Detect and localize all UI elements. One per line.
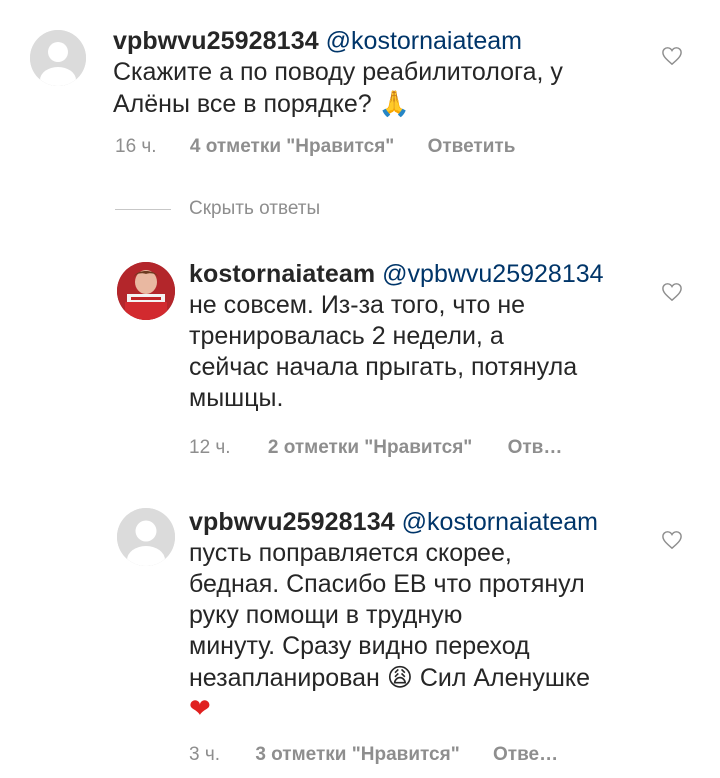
comment-time: 3 ч. xyxy=(189,744,221,765)
reply-button[interactable]: Отв… xyxy=(508,437,563,458)
profile-photo-avatar-icon xyxy=(117,262,175,320)
avatar[interactable] xyxy=(117,508,175,566)
comment-text: пусть поправляется скорее, xyxy=(189,539,512,567)
hide-replies-label[interactable]: Скрыть ответы xyxy=(189,198,320,220)
avatar[interactable] xyxy=(117,262,175,320)
heart-outline-icon[interactable] xyxy=(661,530,683,550)
comment-text: Сил Аленушке xyxy=(419,664,591,692)
heart-outline-icon[interactable] xyxy=(661,282,683,302)
comment-text: тренировалась 2 недели, а xyxy=(189,322,504,350)
comment-username[interactable]: vpbwvu25928134 xyxy=(113,27,319,55)
comment-text: мышцы. xyxy=(189,384,284,412)
heart-outline-icon[interactable] xyxy=(661,46,683,66)
divider-line xyxy=(115,208,171,210)
comment-text: бедная. Спасибо ЕВ что протянул xyxy=(189,570,585,598)
comment-text: руку помощи в трудную xyxy=(189,601,463,629)
hide-replies[interactable]: Скрыть ответы xyxy=(115,198,320,220)
comment-mention[interactable]: @vpbwvu25928134 xyxy=(382,260,603,288)
comment-time: 16 ч. xyxy=(115,136,157,157)
comment-text: сейчас начала прыгать, потянула xyxy=(189,353,578,381)
comment-mention[interactable]: @kostornaiateam xyxy=(402,508,598,536)
likes-count[interactable]: 3 отметки "Нравится" xyxy=(255,744,459,765)
tired-face-emoji-icon: 😩 xyxy=(386,663,413,692)
reply-button[interactable]: Ответить xyxy=(428,136,516,157)
default-user-avatar-icon xyxy=(117,508,175,566)
default-user-avatar-icon xyxy=(30,30,86,86)
likes-count[interactable]: 2 отметки "Нравится" xyxy=(268,437,472,458)
comment-text: не совсем. Из-за того, что не xyxy=(189,291,526,319)
comment-mention[interactable]: @kostornaiateam xyxy=(326,27,522,55)
comment-text: Алёны все в порядке? xyxy=(113,90,372,118)
comment-username[interactable]: vpbwvu25928134 xyxy=(189,508,395,536)
avatar[interactable] xyxy=(30,30,86,86)
reply-button[interactable]: Отве… xyxy=(493,744,558,765)
comment-time: 12 ч. xyxy=(189,437,231,458)
likes-count[interactable]: 4 отметки "Нравится" xyxy=(190,136,394,157)
comment-username[interactable]: kostornaiateam xyxy=(189,260,375,288)
comment-text: Скажите а по поводу реабилитолога, у xyxy=(113,58,563,86)
red-heart-emoji-icon: ❤ xyxy=(189,694,211,724)
comment-text: минуту. Сразу видно переход xyxy=(189,632,530,660)
pray-emoji-icon: 🙏 xyxy=(378,89,410,118)
comment-text: незапланирован xyxy=(189,664,380,692)
